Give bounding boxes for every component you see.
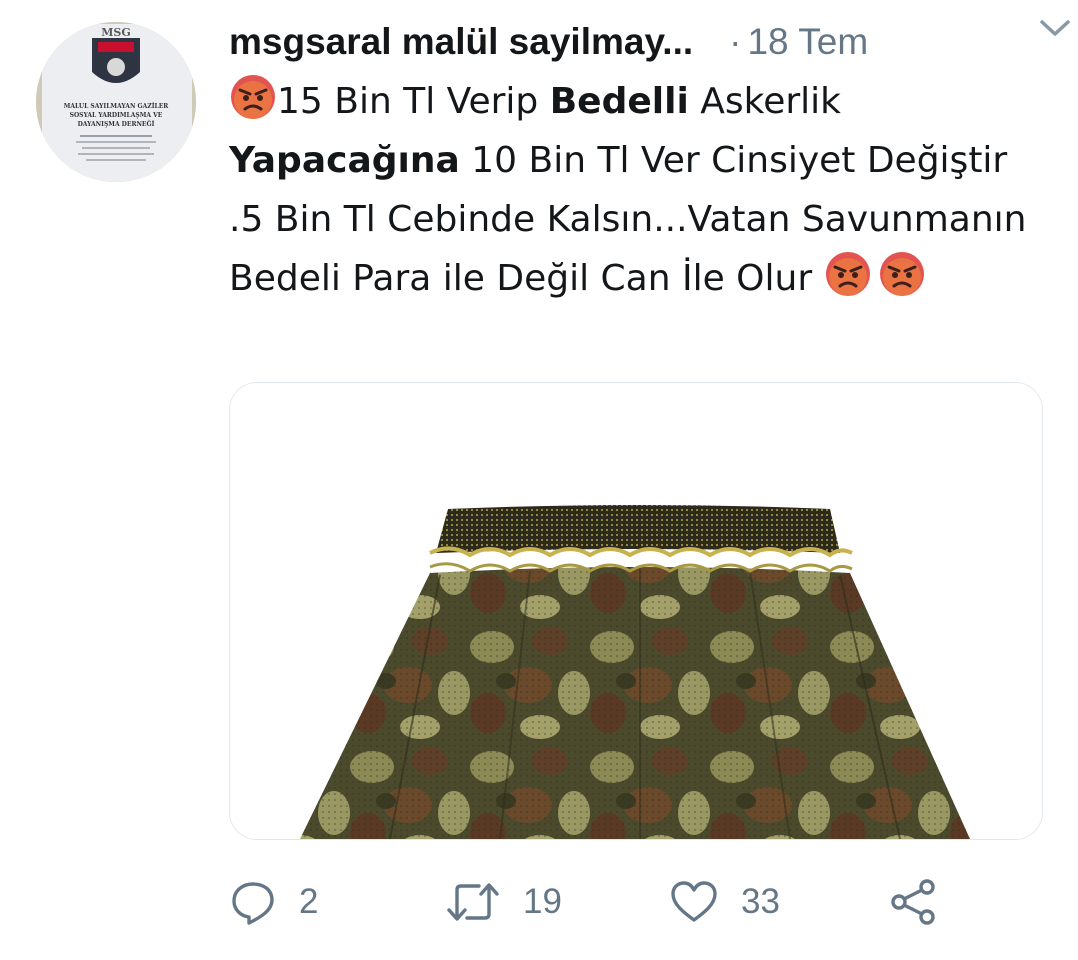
- tweet-timestamp[interactable]: 18 Tem: [747, 21, 868, 63]
- logo-text: MSG: [101, 26, 131, 39]
- like-button[interactable]: 33: [669, 872, 780, 932]
- org-line-2: SOSYAL YARDIMLAŞMA VE: [70, 112, 163, 119]
- tweet-text-part: Askerlik: [688, 81, 841, 122]
- reply-icon: [229, 878, 277, 926]
- angry-face-emoji: [878, 250, 926, 298]
- angry-face-emoji: [824, 250, 872, 298]
- tweet-text: 15 Bin Tl Verip Bedelli Askerlik Yapacağ…: [229, 72, 1049, 308]
- reply-button[interactable]: 2: [229, 872, 318, 932]
- tweet-header: msgsaral malül sayilmay... · 18 Tem: [229, 14, 1059, 70]
- avatar[interactable]: MSG MALUL SAYILMAYAN GAZİLER SOSYAL YARD…: [36, 22, 196, 182]
- heart-icon: [669, 878, 719, 926]
- tweet-actions: 2 19 33: [229, 872, 989, 932]
- chevron-down-icon[interactable]: [1038, 16, 1072, 40]
- org-line-1: MALUL SAYILMAYAN GAZİLER: [64, 103, 170, 110]
- tweet-text-bold: Yapacağına: [229, 140, 460, 181]
- tweet-media[interactable]: [229, 382, 1043, 840]
- retweet-button[interactable]: 19: [445, 872, 562, 932]
- tweet-text-part: 15 Bin Tl Verip: [277, 81, 550, 122]
- reply-count: 2: [299, 882, 319, 921]
- share-button[interactable]: [889, 872, 939, 932]
- retweet-count: 19: [523, 882, 562, 921]
- camouflage-skirt-image: [230, 383, 1042, 839]
- tweet-text-bold: Bedelli: [549, 81, 689, 122]
- angry-face-emoji: [229, 73, 277, 121]
- separator-dot: ·: [729, 21, 742, 62]
- org-line-3: DAYANIŞMA DERNEĞİ: [78, 120, 155, 128]
- retweet-icon: [445, 878, 501, 926]
- display-name[interactable]: msgsaral malül sayilmay...: [229, 21, 693, 63]
- share-icon: [889, 878, 939, 926]
- like-count: 33: [741, 882, 780, 921]
- avatar-image: MSG MALUL SAYILMAYAN GAZİLER SOSYAL YARD…: [36, 22, 196, 182]
